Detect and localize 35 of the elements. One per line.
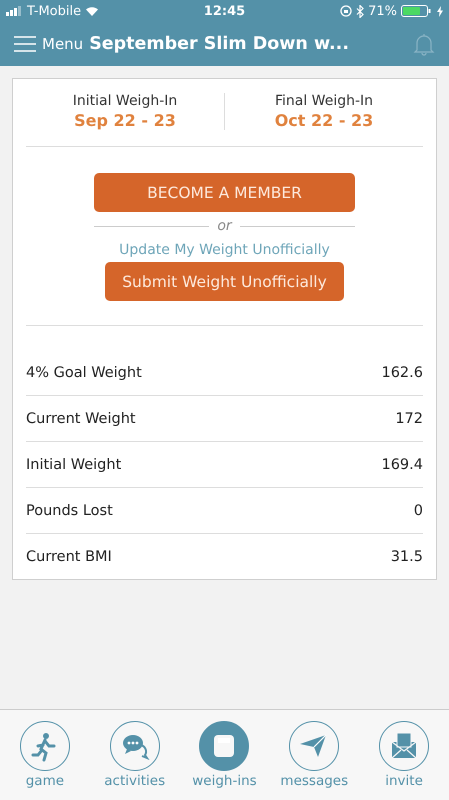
update-weight-link[interactable]: Update My Weight Unofficially bbox=[119, 242, 330, 258]
clock-time: 12:45 bbox=[204, 4, 246, 18]
battery-icon bbox=[400, 5, 433, 17]
stat-value: 169.4 bbox=[381, 456, 423, 472]
stat-label: Current Weight bbox=[26, 410, 136, 426]
or-text: or bbox=[217, 218, 232, 234]
bluetooth-icon bbox=[356, 4, 364, 18]
stat-value: 172 bbox=[395, 410, 423, 426]
stat-label: Initial Weight bbox=[26, 456, 122, 472]
weigh-in-dates: Oct 22 - 23 bbox=[274, 111, 374, 130]
become-member-button[interactable]: BECOME A MEMBER bbox=[94, 173, 355, 212]
stat-label: Current BMI bbox=[26, 548, 112, 564]
submit-weight-button[interactable]: Submit Weight Unofficially bbox=[105, 262, 344, 301]
charging-icon bbox=[436, 6, 443, 16]
battery-percent: 71% bbox=[368, 4, 397, 18]
signal-icon bbox=[6, 6, 23, 16]
menu-button[interactable]: Menu bbox=[42, 35, 84, 53]
weigh-in-label: Final Weigh-In bbox=[274, 93, 374, 109]
rotation-lock-icon bbox=[340, 5, 352, 17]
stat-value: 31.5 bbox=[390, 548, 423, 564]
page-title: September Slim Down w... bbox=[89, 34, 350, 54]
stat-value: 0 bbox=[414, 502, 423, 518]
tab-button[interactable]: messages bbox=[274, 721, 354, 789]
wifi-icon bbox=[85, 6, 100, 16]
stat-label: 4% Goal Weight bbox=[26, 364, 142, 380]
tab-button[interactable]: weigh-ins bbox=[184, 721, 264, 789]
stat-label: Pounds Lost bbox=[26, 502, 113, 518]
carrier-name: T-Mobile bbox=[27, 4, 82, 18]
tab-button[interactable]: invite bbox=[364, 721, 444, 789]
tab-button[interactable]: activities bbox=[94, 721, 175, 789]
tab-button[interactable]: game bbox=[4, 721, 85, 789]
menu-icon[interactable] bbox=[14, 35, 36, 53]
weigh-in-label: Initial Weigh-In bbox=[72, 93, 178, 109]
weigh-in-dates: Sep 22 - 23 bbox=[74, 111, 176, 130]
stat-value: 162.6 bbox=[381, 364, 423, 380]
